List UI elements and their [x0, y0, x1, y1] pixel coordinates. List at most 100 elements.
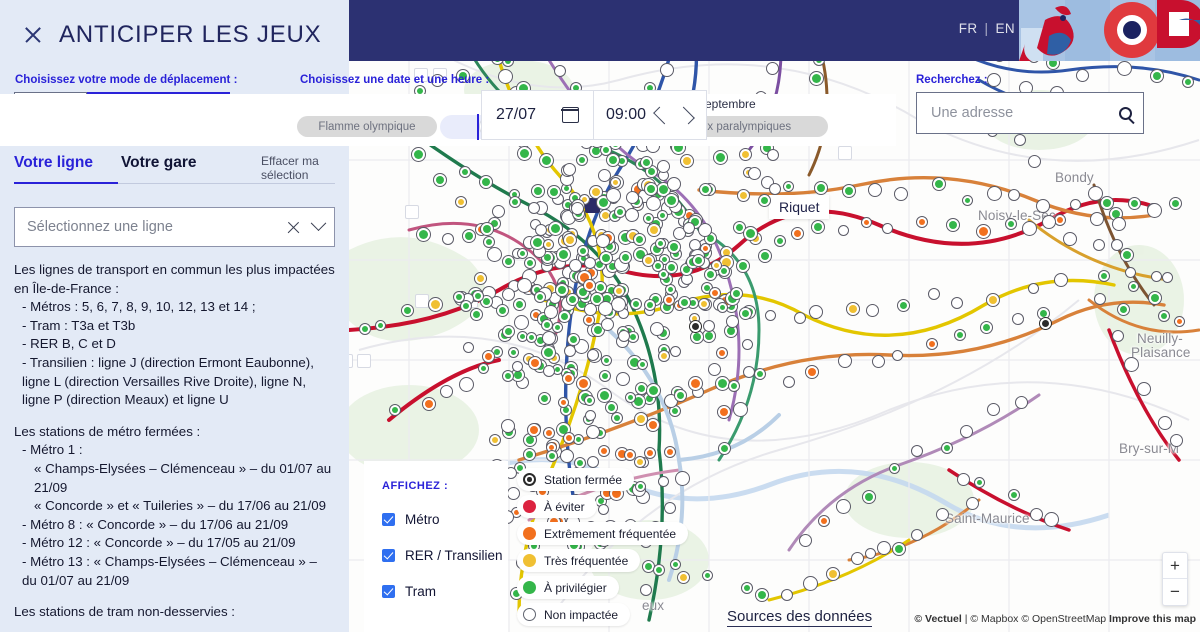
station-marker[interactable]: [562, 163, 576, 177]
legend-item-extremement-frequentee[interactable]: Extrêmement fréquentée: [517, 522, 689, 545]
station-marker[interactable]: [931, 177, 946, 192]
station-marker[interactable]: [728, 379, 741, 392]
station-marker[interactable]: [862, 489, 877, 504]
zoom-in-button[interactable]: +: [1163, 553, 1187, 579]
station-marker[interactable]: [1169, 433, 1183, 447]
station-marker[interactable]: [985, 292, 1000, 307]
station-marker[interactable]: [811, 219, 826, 234]
clear-icon[interactable]: [286, 220, 301, 235]
station-marker[interactable]: [973, 477, 985, 489]
station-marker[interactable]: [737, 188, 751, 202]
station-marker[interactable]: [606, 187, 622, 203]
station-marker[interactable]: [547, 184, 562, 199]
station-marker[interactable]: [567, 332, 581, 346]
station-marker[interactable]: [543, 238, 555, 250]
station-marker[interactable]: [542, 330, 557, 345]
station-marker[interactable]: [836, 498, 852, 514]
station-marker[interactable]: [986, 185, 1002, 201]
station-marker[interactable]: [547, 220, 563, 236]
station-marker[interactable]: [640, 155, 654, 169]
station-marker[interactable]: [459, 376, 475, 392]
chip-flamme-olympique[interactable]: Flamme olympique: [297, 116, 437, 137]
station-marker[interactable]: [927, 288, 940, 301]
olympic-venue-icon[interactable]: [414, 68, 428, 82]
legend-item-non-impactee[interactable]: Non impactée: [517, 603, 631, 626]
legend-item-a-privilegier[interactable]: À privilégier: [517, 576, 619, 599]
station-marker[interactable]: [867, 182, 882, 197]
station-marker[interactable]: [735, 258, 750, 273]
station-marker[interactable]: [1157, 415, 1172, 430]
station-marker[interactable]: [514, 314, 530, 330]
station-marker[interactable]: [666, 240, 681, 255]
station-marker[interactable]: [559, 449, 574, 464]
station-marker[interactable]: [562, 232, 577, 247]
station-marker[interactable]: [643, 446, 656, 459]
filter-rer-transilien[interactable]: RER / Transilien: [382, 548, 508, 563]
station-marker[interactable]: [1035, 199, 1050, 214]
station-marker[interactable]: [555, 246, 571, 262]
map-zoom-controls[interactable]: + −: [1162, 552, 1188, 606]
clear-selection-link[interactable]: Effacer ma sélection: [261, 154, 335, 182]
station-marker[interactable]: [740, 582, 753, 595]
station-marker[interactable]: [619, 250, 633, 264]
attrib-osm[interactable]: © OpenStreetMap: [1021, 613, 1106, 625]
map-attribution[interactable]: © Vectuel | © Mapbox © OpenStreetMap Imp…: [914, 613, 1196, 625]
station-marker[interactable]: [742, 225, 758, 241]
attrib-improve-map[interactable]: Improve this map: [1109, 613, 1196, 625]
station-marker[interactable]: [597, 168, 611, 182]
search-box[interactable]: [916, 92, 1144, 134]
station-marker[interactable]: [697, 298, 710, 311]
station-marker[interactable]: [845, 301, 860, 316]
station-marker[interactable]: [941, 441, 954, 454]
timeline-panel[interactable]: Août Septembre Flamme olympique Jeux oly…: [0, 94, 896, 146]
legend-item-a-eviter[interactable]: À éviter: [517, 495, 597, 518]
station-marker[interactable]: [897, 298, 911, 312]
checkbox-metro[interactable]: [382, 513, 395, 526]
calendar-icon[interactable]: [561, 107, 579, 123]
date-picker-field[interactable]: 27/07: [481, 90, 594, 140]
station-marker[interactable]: [516, 145, 532, 161]
station-marker[interactable]: [568, 258, 582, 272]
tab-votre-ligne[interactable]: Votre ligne: [14, 154, 93, 184]
station-marker[interactable]: [575, 375, 591, 391]
station-marker[interactable]: [645, 196, 661, 212]
chevron-left-icon[interactable]: [653, 106, 671, 124]
station-marker[interactable]: [793, 312, 806, 325]
station-marker[interactable]: [708, 362, 722, 376]
station-marker[interactable]: [598, 370, 611, 383]
station-marker[interactable]: [716, 405, 731, 420]
station-marker-closed[interactable]: [689, 320, 702, 333]
station-marker[interactable]: [600, 317, 614, 331]
sidebar-tabs[interactable]: Votre ligne Votre gare Effacer ma sélect…: [14, 154, 335, 184]
olympic-venue-icon[interactable]: [415, 294, 429, 308]
chevron-right-icon[interactable]: [677, 106, 695, 124]
lang-en[interactable]: EN: [995, 21, 1015, 36]
paris2024-logo[interactable]: [1019, 0, 1200, 61]
station-marker[interactable]: [1022, 220, 1038, 236]
timeline-chips[interactable]: Flamme olympique Jeux olympiques Jeux pa…: [0, 114, 896, 146]
station-marker-closed[interactable]: [1039, 317, 1052, 330]
station-marker[interactable]: [625, 391, 637, 403]
station-marker[interactable]: [486, 246, 502, 262]
station-marker[interactable]: [657, 209, 669, 221]
station-marker[interactable]: [979, 320, 993, 334]
station-marker[interactable]: [663, 192, 679, 208]
station-marker[interactable]: [410, 147, 426, 163]
station-marker[interactable]: [864, 547, 876, 559]
station-marker[interactable]: [488, 433, 501, 446]
sources-link[interactable]: Sources des données: [727, 608, 873, 627]
station-marker[interactable]: [718, 442, 731, 456]
station-marker[interactable]: [1123, 357, 1139, 373]
station-marker[interactable]: [534, 223, 547, 236]
chevron-down-icon[interactable]: [310, 214, 327, 231]
filter-metro[interactable]: Métro: [382, 512, 508, 527]
station-marker[interactable]: [1027, 283, 1039, 295]
station-marker[interactable]: [1030, 507, 1044, 521]
station-marker[interactable]: [733, 401, 749, 417]
legend-item-tres-frequentee[interactable]: Très fréquentée: [517, 549, 641, 572]
zoom-out-button[interactable]: −: [1163, 579, 1187, 605]
station-marker[interactable]: [421, 397, 436, 412]
station-marker[interactable]: [512, 297, 526, 311]
station-marker[interactable]: [462, 342, 474, 354]
station-marker[interactable]: [959, 425, 973, 439]
